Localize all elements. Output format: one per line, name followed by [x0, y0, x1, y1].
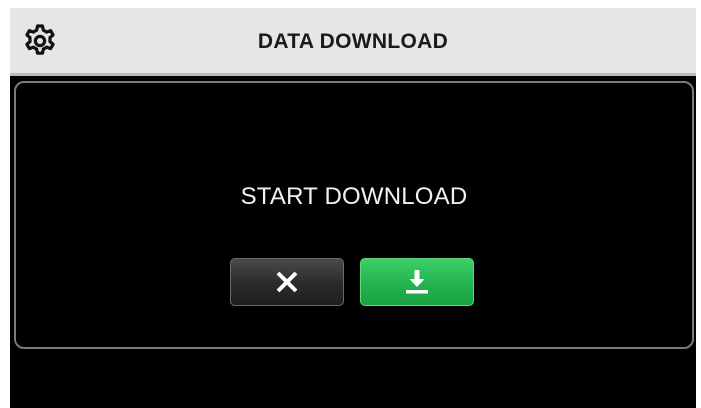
gear-icon: [25, 24, 55, 55]
page-title: DATA DOWNLOAD: [257, 30, 449, 53]
close-icon: [276, 271, 298, 293]
cancel-button[interactable]: [230, 258, 344, 306]
device-screen: DATA DOWNLOAD START DOWNLOAD: [10, 8, 696, 408]
download-icon: [406, 270, 428, 294]
header-bar: DATA DOWNLOAD: [10, 8, 696, 76]
settings-button[interactable]: [20, 21, 60, 61]
download-button[interactable]: [360, 258, 474, 306]
download-dialog: START DOWNLOAD: [14, 81, 694, 349]
dialog-message: START DOWNLOAD: [240, 183, 468, 210]
